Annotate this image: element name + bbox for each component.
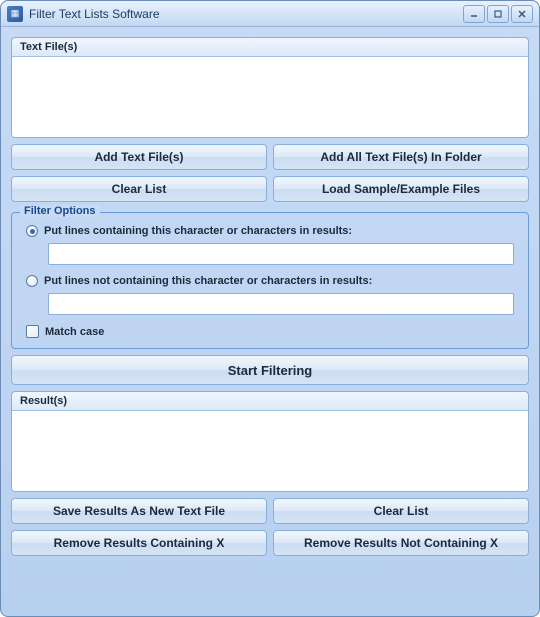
add-all-in-folder-button[interactable]: Add All Text File(s) In Folder — [273, 144, 529, 170]
titlebar: ▦ Filter Text Lists Software — [1, 1, 539, 27]
containing-input[interactable] — [48, 243, 514, 265]
save-results-button[interactable]: Save Results As New Text File — [11, 498, 267, 524]
radio-not-containing-row[interactable]: Put lines not containing this character … — [22, 273, 518, 289]
clear-list-bottom-button[interactable]: Clear List — [273, 498, 529, 524]
minimize-icon — [469, 9, 479, 19]
load-sample-button[interactable]: Load Sample/Example Files — [273, 176, 529, 202]
start-row: Start Filtering — [11, 355, 529, 385]
radio-not-containing-label: Put lines not containing this character … — [44, 275, 372, 287]
text-files-header: Text File(s) — [12, 38, 528, 57]
window-controls — [463, 5, 533, 23]
clear-list-top-button[interactable]: Clear List — [11, 176, 267, 202]
text-files-panel: Text File(s) — [11, 37, 529, 138]
filter-options-groupbox: Filter Options Put lines containing this… — [11, 212, 529, 349]
results-listbox[interactable] — [12, 411, 528, 491]
client-area: Text File(s) Add Text File(s) Add All Te… — [1, 27, 539, 616]
radio-containing[interactable] — [26, 225, 38, 237]
remove-not-containing-button[interactable]: Remove Results Not Containing X — [273, 530, 529, 556]
file-buttons-row-2: Clear List Load Sample/Example Files — [11, 176, 529, 202]
results-buttons-row-1: Save Results As New Text File Clear List — [11, 498, 529, 524]
match-case-checkbox[interactable] — [26, 325, 39, 338]
minimize-button[interactable] — [463, 5, 485, 23]
start-filtering-button[interactable]: Start Filtering — [11, 355, 529, 385]
results-buttons-row-2: Remove Results Containing X Remove Resul… — [11, 530, 529, 556]
close-icon — [517, 9, 527, 19]
add-text-files-button[interactable]: Add Text File(s) — [11, 144, 267, 170]
app-icon: ▦ — [7, 6, 23, 22]
results-panel: Result(s) — [11, 391, 529, 492]
text-files-listbox[interactable] — [12, 57, 528, 137]
file-buttons-row-1: Add Text File(s) Add All Text File(s) In… — [11, 144, 529, 170]
maximize-button[interactable] — [487, 5, 509, 23]
not-containing-input[interactable] — [48, 293, 514, 315]
match-case-row[interactable]: Match case — [22, 323, 518, 340]
main-window: ▦ Filter Text Lists Software Text File(s… — [0, 0, 540, 617]
results-header: Result(s) — [12, 392, 528, 411]
maximize-icon — [493, 9, 503, 19]
radio-containing-row[interactable]: Put lines containing this character or c… — [22, 223, 518, 239]
radio-not-containing[interactable] — [26, 275, 38, 287]
remove-containing-button[interactable]: Remove Results Containing X — [11, 530, 267, 556]
match-case-label: Match case — [45, 326, 104, 338]
filter-options-title: Filter Options — [20, 205, 100, 217]
close-button[interactable] — [511, 5, 533, 23]
window-title: Filter Text Lists Software — [29, 7, 463, 21]
radio-containing-label: Put lines containing this character or c… — [44, 225, 352, 237]
